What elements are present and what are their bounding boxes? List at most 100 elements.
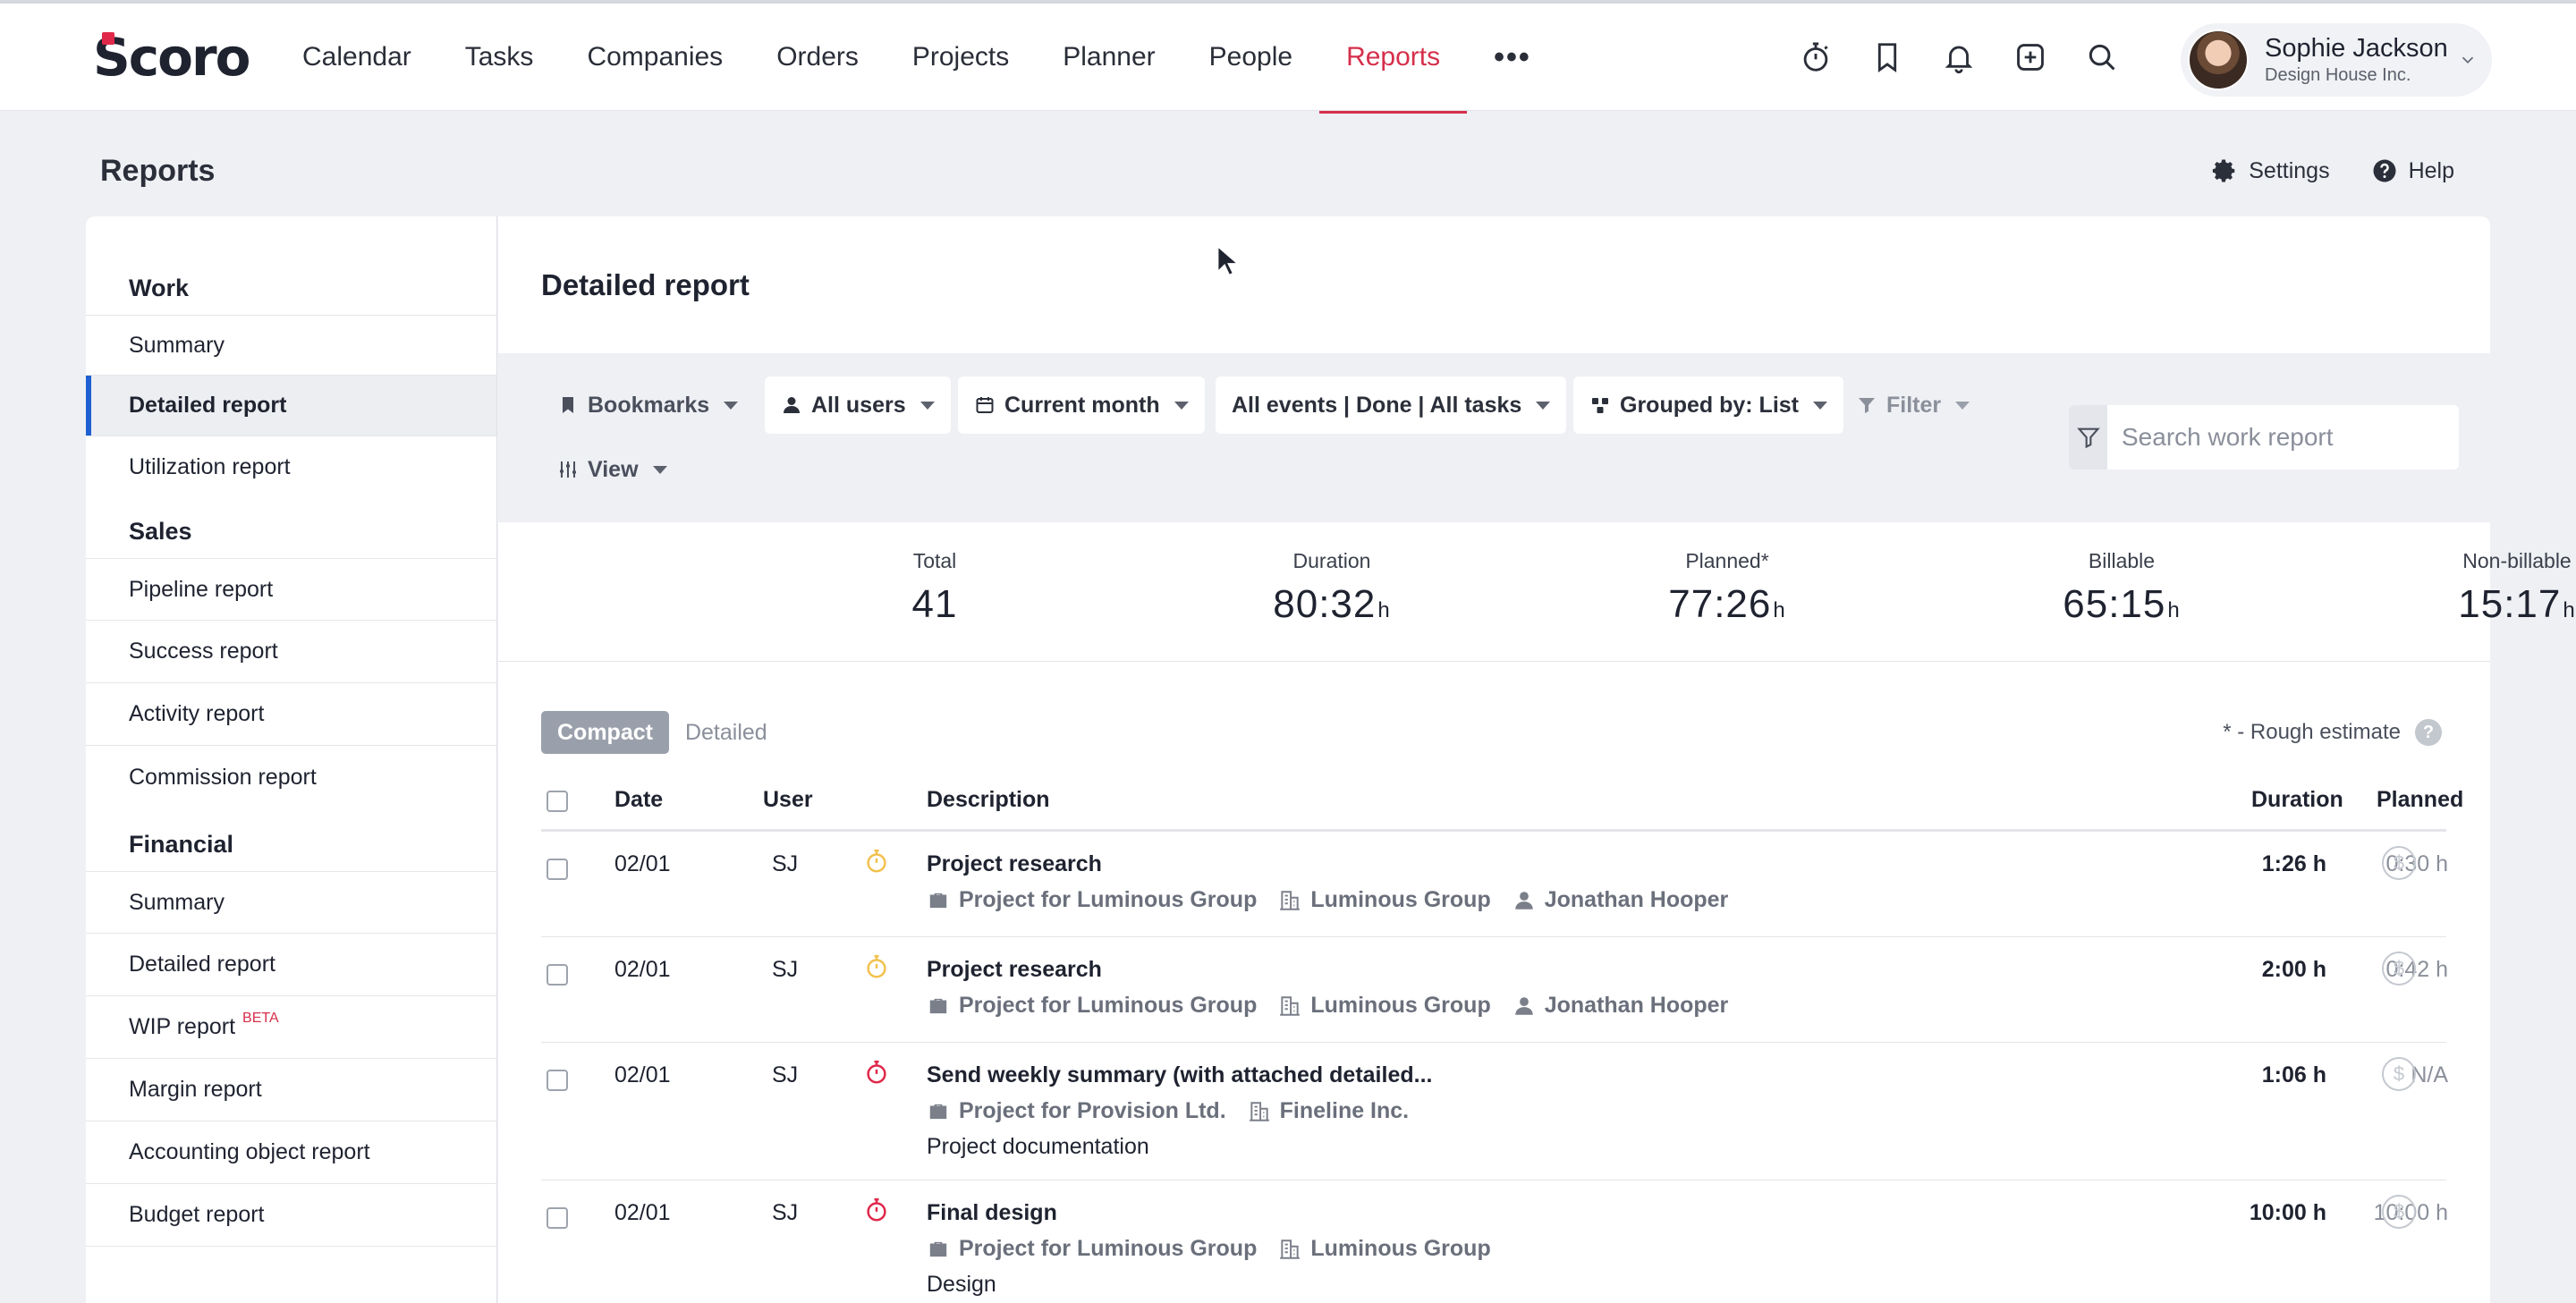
column-user[interactable]: User (763, 787, 813, 813)
column-duration[interactable]: Duration (2251, 787, 2343, 813)
settings-label: Settings (2249, 157, 2330, 183)
row-company[interactable]: Luminous Group (1278, 993, 1491, 1019)
row-checkbox[interactable] (547, 1207, 568, 1229)
sidebar-item-accounting-object-report[interactable]: Accounting object report (86, 1121, 496, 1184)
sidebar-item-financial-summary[interactable]: Summary (86, 871, 496, 934)
bookmark-icon[interactable] (1869, 38, 1905, 77)
search-input[interactable] (2107, 405, 2459, 470)
events-dropdown[interactable]: All events | Done | All tasks (1216, 377, 1567, 434)
billable-dollar-icon[interactable]: $ (2382, 1195, 2416, 1229)
row-project[interactable]: Project for Luminous Group (927, 993, 1257, 1019)
row-checkbox[interactable] (547, 859, 568, 880)
stat-unit: h (2167, 598, 2181, 622)
page-title: Reports (100, 154, 216, 188)
row-checkbox[interactable] (547, 964, 568, 986)
row-project[interactable]: Project for Luminous Group (927, 887, 1257, 913)
sidebar-item-success-report[interactable]: Success report (86, 621, 496, 683)
filter-dropdown[interactable]: Filter (1840, 377, 1986, 434)
row-company-label: Luminous Group (1310, 1236, 1491, 1261)
row-title[interactable]: Project research (927, 851, 1102, 877)
scoro-logo[interactable]: Scoro (93, 27, 250, 88)
settings-button[interactable]: Settings (2211, 157, 2330, 184)
stat-non-billable: Non-billable 15:17h (2383, 549, 2576, 627)
question-icon[interactable]: ? (2415, 719, 2442, 746)
nav-more-button[interactable]: ••• (1467, 4, 1558, 111)
sidebar-item-pipeline-report[interactable]: Pipeline report (86, 558, 496, 621)
row-person[interactable]: Jonathan Hooper (1513, 993, 1728, 1019)
nav-companies[interactable]: Companies (560, 4, 750, 111)
period-dropdown[interactable]: Current month (958, 377, 1205, 434)
row-date: 02/01 (614, 1062, 671, 1087)
billable-dollar-icon[interactable]: $ (2382, 846, 2416, 880)
row-company[interactable]: Luminous Group (1278, 887, 1491, 913)
row-planned: N/A (2411, 1062, 2448, 1087)
add-icon[interactable] (2012, 38, 2048, 77)
row-project[interactable]: Project for Luminous Group (927, 1236, 1257, 1262)
stopwatch-icon (867, 954, 886, 978)
users-label: All users (811, 392, 906, 418)
billable-dollar-icon[interactable]: $ (2382, 952, 2416, 986)
detailed-view-button[interactable]: Detailed (669, 711, 784, 754)
view-mode-toggle: Compact Detailed (541, 711, 784, 754)
column-date[interactable]: Date (614, 787, 663, 813)
row-title[interactable]: Final design (927, 1200, 1057, 1226)
row-title[interactable]: Project research (927, 957, 1102, 983)
row-project[interactable]: Project for Provision Ltd. (927, 1098, 1226, 1124)
users-dropdown[interactable]: All users (765, 377, 951, 434)
grouped-by-dropdown[interactable]: Grouped by: List (1573, 377, 1843, 434)
user-profile-menu[interactable]: Sophie Jackson Design House Inc. (2181, 23, 2492, 97)
column-planned[interactable]: Planned (2377, 787, 2463, 813)
building-icon (1280, 1239, 1301, 1259)
sidebar-item-work-detailed-report[interactable]: Detailed report (86, 376, 496, 436)
help-button[interactable]: Help (2371, 157, 2454, 184)
table-row[interactable]: 02/01 SJ Send weekly summary (with attac… (541, 1043, 2448, 1180)
billable-dollar-icon[interactable]: $ (2382, 1057, 2416, 1091)
column-description[interactable]: Description (927, 787, 1050, 813)
nav-projects[interactable]: Projects (886, 4, 1036, 111)
nav-tasks[interactable]: Tasks (438, 4, 561, 111)
caret-down-icon (724, 401, 739, 410)
table-row[interactable]: 02/01 SJ Project research Project for Lu… (541, 937, 2448, 1043)
row-company[interactable]: Fineline Inc. (1248, 1098, 1409, 1124)
search-icon[interactable] (2084, 38, 2120, 77)
row-person[interactable]: Jonathan Hooper (1513, 887, 1728, 913)
chevron-down-icon (2462, 56, 2474, 64)
stat-label: Duration (1292, 549, 1371, 572)
bookmarks-dropdown[interactable]: Bookmarks (541, 377, 754, 434)
sidebar-item-work-summary[interactable]: Summary (86, 315, 496, 376)
view-dropdown[interactable]: View (541, 444, 683, 495)
stat-value-wrapper: 65:15h (1987, 582, 2256, 627)
nav-orders[interactable]: Orders (750, 4, 886, 111)
bell-icon[interactable] (1941, 38, 1977, 77)
sidebar-item-margin-report[interactable]: Margin report (86, 1059, 496, 1121)
sidebar-item-budget-report[interactable]: Budget report (86, 1184, 496, 1247)
nav-people[interactable]: People (1182, 4, 1319, 111)
caret-down-icon (919, 401, 935, 410)
table-row[interactable]: 02/01 SJ Final design Project for Lumino… (541, 1180, 2448, 1303)
select-all-checkbox[interactable] (547, 791, 568, 812)
nav-reports[interactable]: Reports (1319, 4, 1468, 114)
sidebar-item-utilization-report[interactable]: Utilization report (86, 436, 496, 497)
sidebar-item-wip-report[interactable]: WIP report BETA (86, 996, 496, 1059)
sidebar-group-sales: Sales (129, 518, 192, 545)
stat-unit: h (1773, 598, 1786, 622)
sidebar-item-commission-report[interactable]: Commission report (86, 746, 496, 808)
main-menu: Calendar Tasks Companies Orders Projects… (275, 4, 1558, 114)
compact-view-button[interactable]: Compact (541, 711, 669, 754)
page-actions: Settings Help (2211, 157, 2454, 184)
user-icon (784, 397, 800, 413)
row-user: SJ (772, 851, 799, 876)
stopwatch-icon[interactable] (1798, 38, 1834, 77)
search-filter-button[interactable] (2069, 405, 2107, 470)
stopwatch-icon (867, 1060, 886, 1084)
row-title[interactable]: Send weekly summary (with attached detai… (927, 1062, 1432, 1088)
row-company[interactable]: Luminous Group (1278, 1236, 1491, 1262)
sidebar-item-activity-report[interactable]: Activity report (86, 683, 496, 746)
help-icon (2373, 159, 2396, 182)
stat-label: Non-billable (2462, 549, 2572, 572)
table-row[interactable]: 02/01 SJ Project research Project for Lu… (541, 832, 2448, 937)
row-checkbox[interactable] (547, 1070, 568, 1091)
nav-planner[interactable]: Planner (1036, 4, 1182, 111)
sidebar-item-financial-detailed-report[interactable]: Detailed report (86, 934, 496, 996)
nav-calendar[interactable]: Calendar (275, 4, 438, 111)
